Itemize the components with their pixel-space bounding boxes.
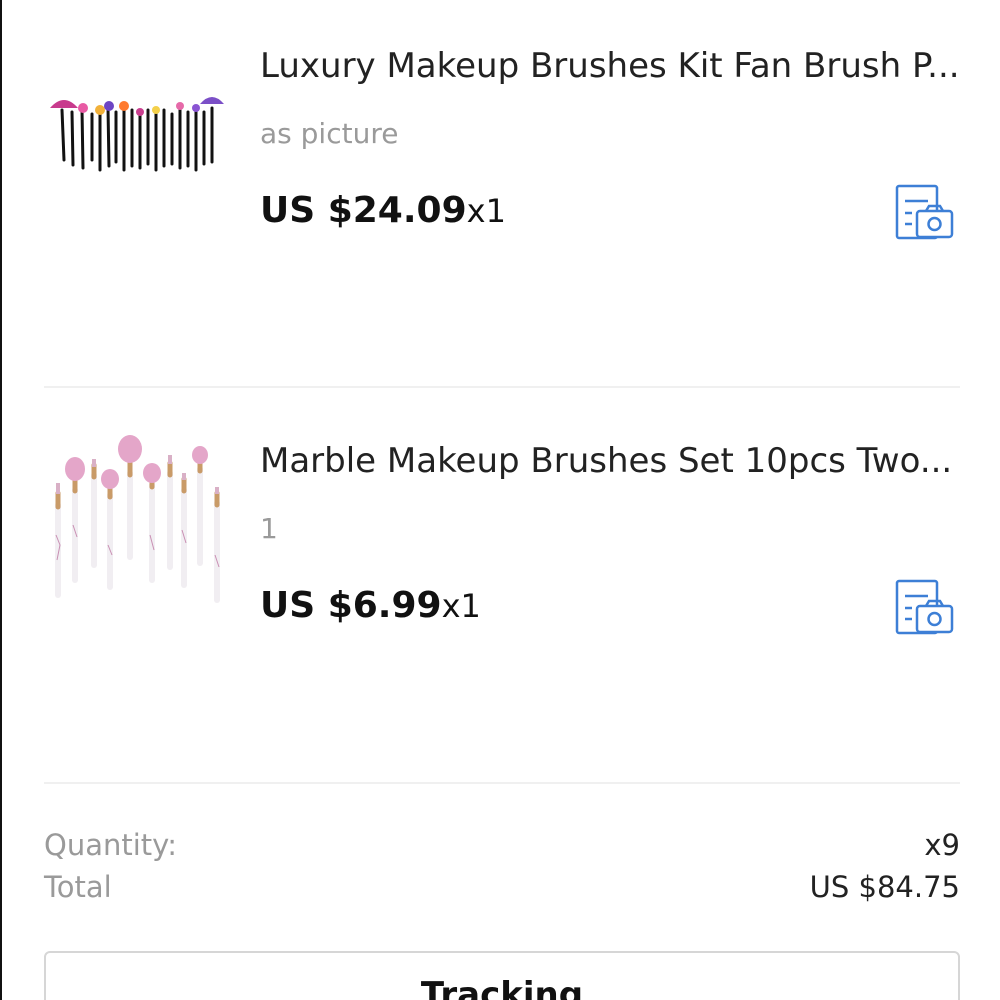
order-detail-page: Luxury Makeup Brushes Kit Fan Brush P...… xyxy=(0,0,1000,1000)
quantity-value: x9 xyxy=(924,828,960,862)
total-value: US $84.75 xyxy=(809,870,960,904)
item-price: US $24.09 xyxy=(260,190,467,231)
quantity-row: Quantity: x9 xyxy=(44,828,960,862)
total-label: Total xyxy=(44,870,112,904)
marble-brush-set-image xyxy=(55,435,220,603)
item-quantity: x1 xyxy=(441,587,481,625)
item-title[interactable]: Marble Makeup Brushes Set 10pcs Two... xyxy=(260,441,960,481)
total-row: Total US $84.75 xyxy=(44,870,960,904)
item-price-row: US $24.09x1 xyxy=(260,190,506,231)
item-variant: as picture xyxy=(260,117,399,150)
quantity-label: Quantity: xyxy=(44,828,177,862)
item-quantity: x1 xyxy=(466,192,506,230)
divider xyxy=(44,386,960,388)
add-photo-review-icon[interactable] xyxy=(892,183,956,243)
black-fan-brush-set-image xyxy=(50,97,224,172)
tracking-button[interactable]: Tracking xyxy=(44,951,960,1000)
item-title[interactable]: Luxury Makeup Brushes Kit Fan Brush P... xyxy=(260,46,960,86)
order-item[interactable]: Luxury Makeup Brushes Kit Fan Brush P...… xyxy=(2,0,1000,385)
item-price-row: US $6.99x1 xyxy=(260,585,481,626)
divider xyxy=(44,782,960,784)
item-price: US $6.99 xyxy=(260,585,442,626)
item-variant: 1 xyxy=(260,512,278,545)
order-item[interactable]: Marble Makeup Brushes Set 10pcs Two... 1… xyxy=(2,390,1000,780)
add-photo-review-icon[interactable] xyxy=(892,578,956,638)
